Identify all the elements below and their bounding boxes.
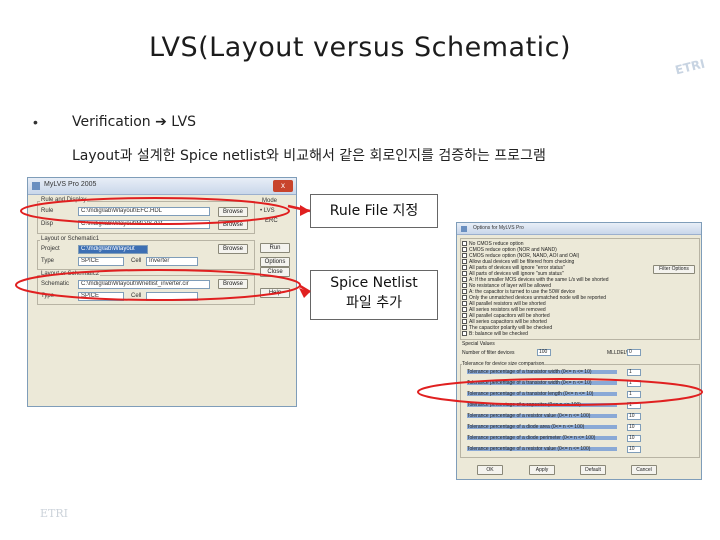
slide: LVS(Layout versus Schematic) ETRI • Veri… xyxy=(0,0,720,540)
rule-arrowhead xyxy=(300,205,310,216)
rule-file-circle xyxy=(20,197,290,225)
bottom-logo: ETRI xyxy=(40,507,68,520)
schematic-file-circle xyxy=(15,269,301,301)
annotation-overlay xyxy=(15,197,703,406)
tolerance-circle xyxy=(417,378,703,406)
